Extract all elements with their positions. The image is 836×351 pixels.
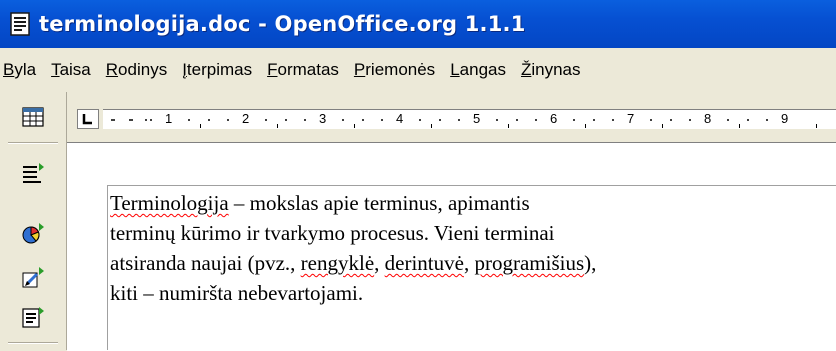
- ruler-dot: [149, 119, 152, 121]
- menu-3[interactable]: Įterpimas: [182, 60, 252, 80]
- ruler-number: 5: [473, 111, 481, 126]
- menu-6[interactable]: Langas: [450, 60, 506, 80]
- draw-functions-icon[interactable]: [20, 264, 46, 290]
- ruler-tab-mark: [353, 124, 355, 128]
- ruler-number: 6: [550, 111, 558, 126]
- menu-7[interactable]: Žinynas: [521, 60, 581, 80]
- ruler-dot: [438, 119, 441, 121]
- ruler-dot: [129, 119, 131, 121]
- ruler-dot: [265, 119, 268, 121]
- ruler-number: 7: [627, 111, 635, 126]
- ruler-tab-mark: [276, 124, 278, 128]
- ruler-area: 1 2 3 4 5 6 7 8 9: [67, 92, 836, 142]
- main-toolbar: [0, 92, 67, 350]
- ruler-number: 1: [165, 111, 173, 126]
- menu-4[interactable]: Formatas: [267, 60, 339, 80]
- menu-0[interactable]: Byla: [3, 60, 36, 80]
- text-run: ,: [463, 251, 475, 275]
- ruler-dot: [669, 119, 672, 121]
- ruler-dot: [688, 119, 691, 121]
- form-functions-icon[interactable]: [20, 304, 46, 330]
- ruler-dot: [113, 119, 115, 121]
- ruler-dot: [457, 119, 460, 121]
- document-text[interactable]: Terminologija – mokslas apie terminus, a…: [110, 188, 830, 308]
- toolbar-separator: [8, 142, 58, 144]
- ruler-dot: [207, 119, 210, 121]
- toolbar-separator: [8, 342, 58, 344]
- page-boundary-top: [107, 185, 836, 186]
- document-line: terminų kūrimo ir tvarkymo procesus. Vie…: [110, 218, 830, 248]
- ruler-dot: [746, 119, 749, 121]
- ruler-dot: [303, 119, 306, 121]
- ruler-tab-mark: [584, 124, 586, 128]
- ruler-dot: [226, 119, 229, 121]
- misspelled-word: Terminologija: [110, 191, 229, 215]
- menu-2[interactable]: Rodinys: [106, 60, 167, 80]
- horizontal-ruler[interactable]: 1 2 3 4 5 6 7 8 9: [103, 109, 836, 129]
- ruler-dot: [496, 119, 499, 121]
- page-boundary-left: [107, 185, 108, 350]
- tab-stop-selector[interactable]: [77, 109, 99, 129]
- misspelled-word: derintuvė: [384, 251, 464, 275]
- ruler-dot: [573, 119, 576, 121]
- ruler-number: 8: [704, 111, 712, 126]
- chart-icon[interactable]: [20, 220, 46, 246]
- ruler-number: 3: [319, 111, 327, 126]
- ruler-dot: [188, 119, 191, 121]
- ruler-dot: [611, 119, 614, 121]
- ruler-dot: [765, 119, 768, 121]
- table-icon[interactable]: [20, 104, 46, 130]
- menu-1[interactable]: Taisa: [51, 60, 91, 80]
- menu-5[interactable]: Priemonės: [354, 60, 435, 80]
- title-bar[interactable]: terminologija.doc - OpenOffice.org 1.1.1: [0, 0, 836, 48]
- ruler-dot: [419, 119, 422, 121]
- ruler-dot: [380, 119, 383, 121]
- window-title: terminologija.doc - OpenOffice.org 1.1.1: [39, 12, 526, 36]
- ruler-dot: [361, 119, 364, 121]
- misspelled-word: rengyklė: [300, 251, 375, 275]
- ruler-dot: [284, 119, 287, 121]
- text-run: kiti – numiršta nebevartojami.: [110, 281, 364, 305]
- misspelled-word: programišius: [474, 251, 585, 275]
- ruler-number: 2: [242, 111, 250, 126]
- document-line: atsiranda naujai (pvz., rengyklė, derint…: [110, 248, 830, 278]
- ruler-tab-mark: [199, 124, 201, 128]
- text-run: ,: [374, 251, 385, 275]
- ruler-dot: [592, 119, 595, 121]
- writer-document-icon: [10, 12, 30, 36]
- ruler-dot: [145, 119, 147, 121]
- document-line: Terminologija – mokslas apie terminus, a…: [110, 188, 830, 218]
- ruler-dot: [342, 119, 345, 121]
- ruler-dot: [515, 119, 518, 121]
- document-line: kiti – numiršta nebevartojami.: [110, 278, 830, 308]
- text-run: – mokslas apie terminus, apimantis: [228, 191, 530, 215]
- insert-fields-icon[interactable]: [20, 160, 46, 186]
- ruler-tab-mark: [661, 124, 663, 128]
- text-run: atsiranda naujai (pvz.,: [110, 251, 301, 275]
- ruler-tab-mark: [507, 124, 509, 128]
- menu-bar: Byla Taisa Rodinys Įterpimas Formatas Priemon…: [0, 48, 836, 93]
- ruler-dot: [727, 119, 730, 121]
- ruler-number: 4: [396, 111, 404, 126]
- ruler-dot: [534, 119, 537, 121]
- ruler-tab-mark: [815, 124, 817, 128]
- text-run: terminų kūrimo ir tvarkymo procesus. Vie…: [110, 221, 555, 245]
- text-run: ),: [584, 251, 597, 275]
- ruler-dot: [650, 119, 653, 121]
- ruler-number: 9: [781, 111, 789, 126]
- ruler-tab-mark: [430, 124, 432, 128]
- ruler-tab-mark: [738, 124, 740, 128]
